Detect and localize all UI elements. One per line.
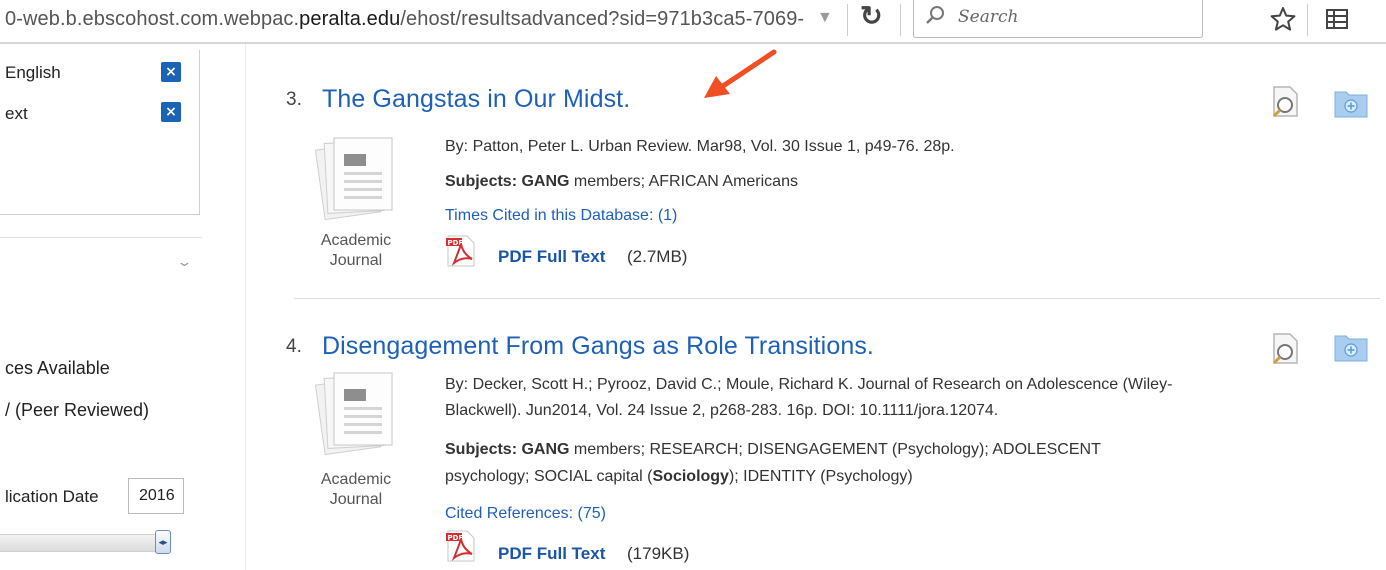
pdf-icon[interactable]: PDF	[445, 235, 477, 267]
subject-terms: ); IDENTITY (Psychology)	[728, 468, 913, 485]
document-type-line: Academic	[320, 471, 392, 488]
preview-magnifier-icon[interactable]	[1270, 332, 1302, 366]
document-type-line: Academic	[320, 232, 392, 249]
times-cited-link[interactable]: Times Cited in this Database: (1)	[445, 207, 677, 225]
search-placeholder: Search	[958, 7, 1019, 27]
add-to-folder-icon[interactable]	[1334, 88, 1368, 118]
academic-journal-icon	[314, 372, 393, 456]
add-to-folder-icon[interactable]	[1334, 332, 1368, 362]
address-bar[interactable]: 0-web.b.ebscohost.com.webpac.peralta.edu…	[5, 8, 804, 31]
remove-filter-button[interactable]: ×	[161, 62, 181, 82]
sidebar-border	[245, 44, 246, 570]
document-type-label: Academic Journal	[306, 231, 406, 271]
result-subjects: Subjects: GANG members; RESEARCH; DISENG…	[445, 441, 1101, 459]
pdf-file-size: (2.7MB)	[627, 247, 688, 266]
document-type-line: Journal	[329, 491, 383, 508]
pdf-full-text-link[interactable]: PDF Full Text	[498, 544, 605, 564]
pdf-icon[interactable]: PDF	[445, 530, 477, 562]
subjects-label: Subjects:	[445, 173, 518, 190]
toolbar-separator	[900, 4, 901, 36]
annotation-arrow-icon	[704, 49, 777, 98]
chevron-down-icon[interactable]: ⌄	[176, 254, 192, 270]
subject-terms: members; AFRICAN Americans	[569, 173, 798, 190]
bookmark-star-icon[interactable]	[1270, 6, 1296, 32]
subject-term-bold: Sociology	[652, 468, 729, 485]
result-subjects: Subjects: GANG members; AFRICAN American…	[445, 173, 798, 191]
result-divider	[294, 298, 1380, 299]
pdf-full-text-link[interactable]: PDF Full Text	[498, 247, 605, 267]
filter-label-fulltext: ext	[5, 104, 28, 123]
result-title-link[interactable]: Disengagement From Gangs as Role Transit…	[322, 332, 874, 361]
result-byline: Blackwell). Jun2014, Vol. 24 Issue 2, p2…	[445, 402, 999, 419]
reload-icon[interactable]: ↻	[860, 1, 883, 32]
url-dropdown-icon[interactable]: ▼	[817, 9, 833, 27]
remove-filter-button[interactable]: ×	[161, 102, 181, 122]
academic-journal-icon	[314, 137, 393, 221]
subjects-label: Subjects:	[445, 441, 518, 458]
subject-terms: psychology; SOCIAL capital (	[445, 468, 653, 485]
result-title-link[interactable]: The Gangstas in Our Midst.	[322, 85, 630, 114]
publication-date-label: lication Date	[5, 487, 99, 506]
date-slider-handle[interactable]: ◂▸	[155, 530, 171, 554]
browser-search-input[interactable]: Search	[913, 0, 1203, 38]
url-domain: peralta.edu	[299, 8, 401, 30]
toolbar-separator	[847, 4, 848, 36]
toolbar-separator	[1307, 4, 1308, 36]
result-subjects: psychology; SOCIAL capital (Sociology); …	[445, 468, 913, 486]
subject-terms: members; RESEARCH; DISENGAGEMENT (Psycho…	[569, 441, 1101, 458]
result-byline: By: Decker, Scott H.; Pyrooz, David C.; …	[445, 376, 1173, 393]
url-suffix: /ehost/resultsadvanced?sid=971b3ca5-7069…	[400, 8, 805, 30]
result-byline: By: Patton, Peter L. Urban Review. Mar98…	[445, 138, 955, 155]
document-type-label: Academic Journal	[306, 470, 406, 510]
subject-term-bold: GANG	[521, 173, 570, 190]
preview-magnifier-icon[interactable]	[1270, 85, 1302, 119]
cited-references-link[interactable]: Cited References: (75)	[445, 505, 606, 523]
search-icon	[926, 6, 944, 24]
date-slider-track[interactable]	[0, 534, 160, 552]
option-peer-reviewed[interactable]: / (Peer Reviewed)	[5, 400, 149, 421]
filter-label-language: English	[5, 63, 61, 82]
result-number: 4.	[286, 336, 302, 357]
pdf-file-size: (179KB)	[627, 544, 690, 563]
result-number: 3.	[286, 89, 302, 110]
url-prefix: 0-web.b.ebscohost.com.webpac.	[5, 8, 300, 30]
document-type-line: Journal	[329, 252, 383, 269]
subject-term-bold: GANG	[521, 441, 570, 458]
reading-list-icon[interactable]	[1325, 7, 1349, 31]
publication-date-input[interactable]: 2016	[128, 478, 184, 514]
option-references-available[interactable]: ces Available	[5, 358, 110, 379]
sidebar-divider	[0, 237, 202, 238]
